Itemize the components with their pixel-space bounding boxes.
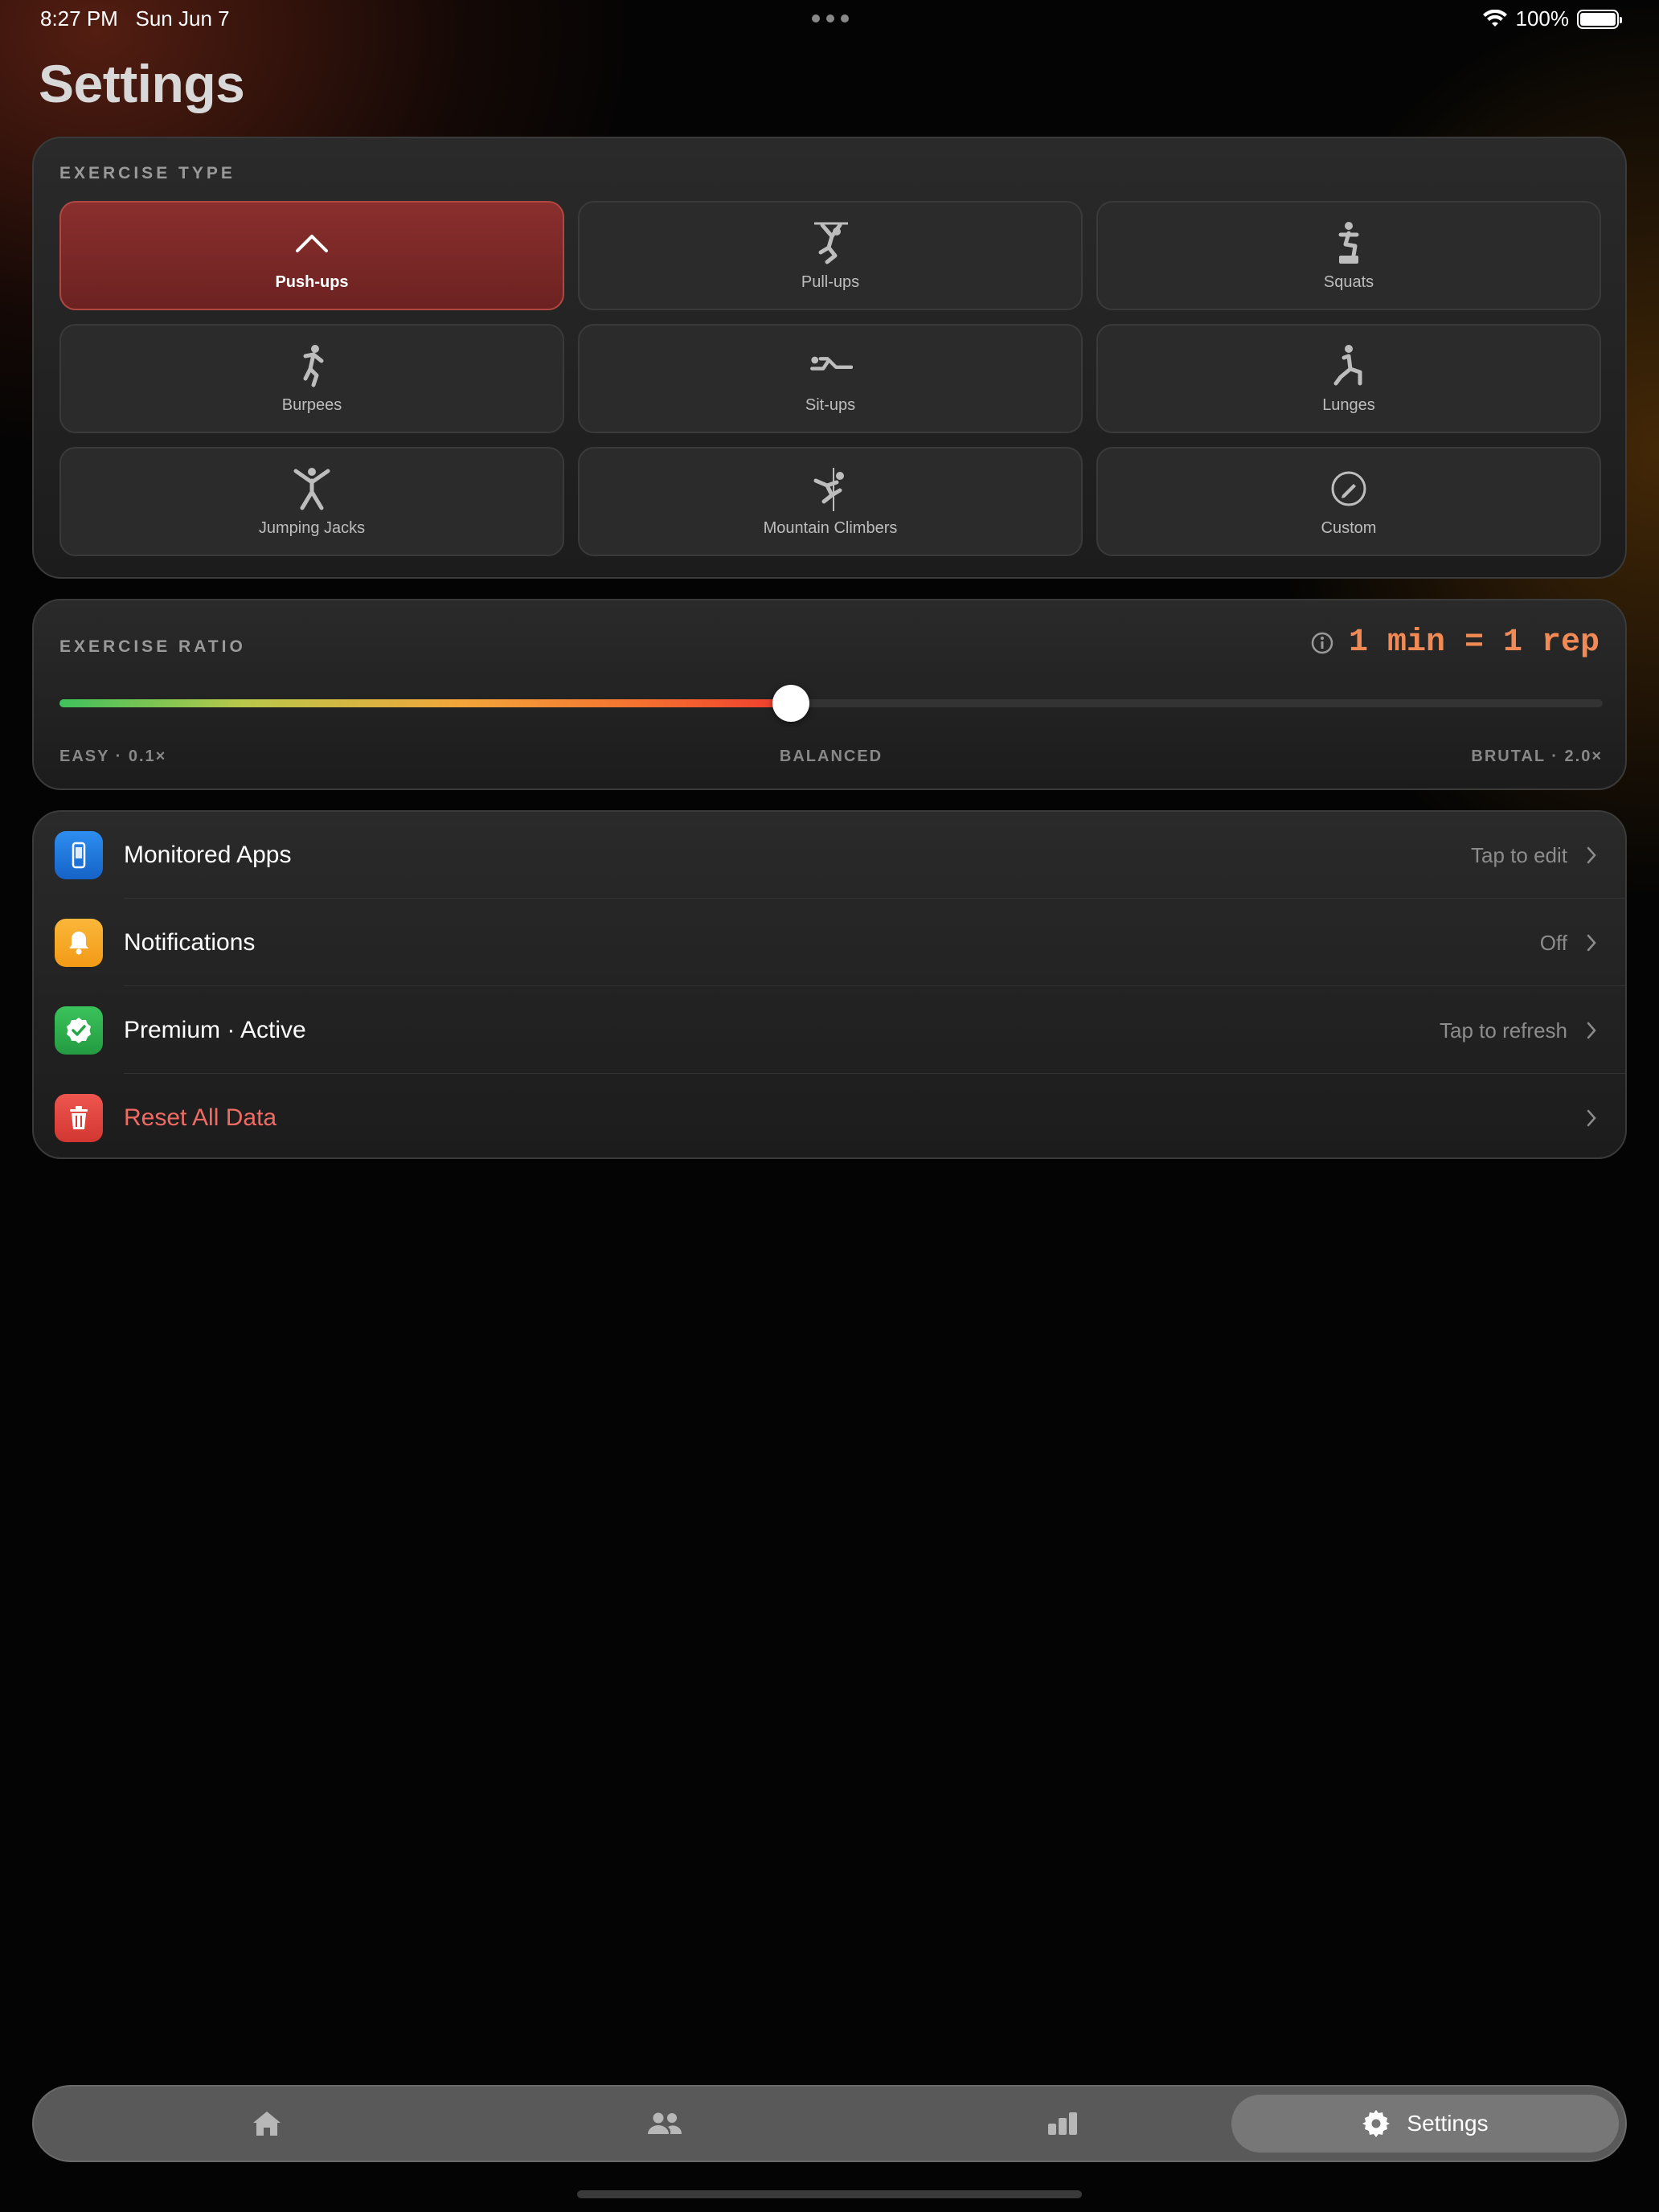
status-time-date: 8:27 PM Sun Jun 7 — [40, 6, 230, 31]
exercise-tile-mountain-climbers[interactable]: Mountain Climbers — [578, 447, 1083, 556]
exercise-tile-label: Mountain Climbers — [763, 518, 898, 537]
ratio-mid-label: BALANCED — [779, 748, 883, 765]
home-icon — [253, 2112, 281, 2136]
tab-stats[interactable] — [998, 2087, 1127, 2161]
exercise-tile-lunges[interactable]: Lunges — [1096, 324, 1601, 433]
ratio-scale-labels: EASY · 0.1× BALANCED BRUTAL · 2.0× — [59, 748, 1603, 772]
exercise-type-card: EXERCISE TYPE Push-ups Pull-ups Squats B… — [32, 137, 1627, 579]
page-title: Settings — [39, 54, 245, 113]
climber-figure-icon — [808, 466, 853, 511]
status-date: Sun Jun 7 — [135, 6, 230, 31]
ratio-max-label: BRUTAL · 2.0× — [1471, 748, 1603, 765]
status-right: 100% — [1482, 6, 1622, 31]
chevron-up-icon — [289, 220, 334, 265]
chevron-right-icon — [1587, 1022, 1596, 1039]
exercise-tile-push-ups[interactable]: Push-ups — [59, 201, 564, 310]
exercise-tile-label: Burpees — [281, 395, 342, 414]
situp-figure-icon — [808, 343, 853, 388]
gear-icon — [1362, 2110, 1391, 2137]
exercise-tile-jumping-jacks[interactable]: Jumping Jacks — [59, 447, 564, 556]
status-time: 8:27 PM — [40, 6, 118, 31]
exercise-tile-pull-ups[interactable]: Pull-ups — [578, 201, 1083, 310]
exercise-tile-label: Jumping Jacks — [258, 518, 366, 537]
tab-people[interactable] — [600, 2087, 729, 2161]
ratio-value: 1 min = 1 rep — [1310, 625, 1600, 661]
row-reset-all-data[interactable]: Reset All Data — [34, 1075, 1625, 1157]
squat-figure-icon — [1326, 220, 1371, 265]
verified-badge-icon — [55, 1006, 103, 1055]
exercise-tile-label: Custom — [1321, 518, 1377, 537]
tab-settings-label: Settings — [1407, 2111, 1489, 2136]
people-icon — [648, 2112, 682, 2134]
tab-settings[interactable]: Settings — [1231, 2095, 1619, 2153]
exercise-ratio-label: EXERCISE RATIO — [59, 637, 246, 656]
tab-home[interactable] — [203, 2087, 331, 2161]
ratio-value-text: 1 min = 1 rep — [1348, 625, 1600, 661]
pencil-circle-icon — [1326, 466, 1371, 511]
row-notifications[interactable]: Notifications Off — [34, 899, 1625, 986]
row-title: Reset All Data — [124, 1104, 277, 1131]
status-bar: 8:27 PM Sun Jun 7 100% — [0, 0, 1659, 39]
lunge-figure-icon — [1326, 343, 1371, 388]
row-title: Premium · Active — [124, 1017, 306, 1043]
exercise-tile-custom[interactable]: Custom — [1096, 447, 1601, 556]
battery-percent: 100% — [1515, 6, 1570, 31]
settings-list: Monitored Apps Tap to edit Notifications… — [32, 810, 1627, 1159]
row-value: Off — [1539, 930, 1567, 955]
exercise-tile-label: Squats — [1323, 272, 1374, 291]
exercise-tile-burpees[interactable]: Burpees — [59, 324, 564, 433]
battery-icon — [1577, 9, 1622, 29]
chevron-right-icon — [1587, 934, 1596, 952]
ratio-slider-fill — [59, 699, 792, 707]
tab-bar: Settings — [32, 2085, 1627, 2162]
row-premium[interactable]: Premium · Active Tap to refresh — [34, 987, 1625, 1074]
bar-chart-icon — [1048, 2112, 1077, 2135]
pullup-figure-icon — [808, 220, 853, 265]
chevron-right-icon — [1587, 1109, 1596, 1127]
row-value: Tap to edit — [1471, 842, 1567, 867]
wifi-icon — [1482, 9, 1507, 27]
exercise-type-label: EXERCISE TYPE — [59, 164, 236, 182]
bell-icon — [55, 919, 103, 967]
burpee-figure-icon — [289, 343, 334, 388]
jumping-jack-figure-icon — [289, 466, 334, 511]
row-value: Tap to refresh — [1440, 1018, 1567, 1043]
exercise-tile-label: Pull-ups — [801, 272, 860, 291]
row-title: Monitored Apps — [124, 842, 292, 868]
chevron-right-icon — [1587, 846, 1596, 864]
row-title: Notifications — [124, 929, 256, 956]
multitasking-dots[interactable] — [812, 14, 849, 23]
exercise-tile-label: Push-ups — [275, 272, 349, 291]
exercise-tile-label: Lunges — [1322, 395, 1375, 414]
row-monitored-apps[interactable]: Monitored Apps Tap to edit — [34, 812, 1625, 899]
exercise-ratio-card: EXERCISE RATIO 1 min = 1 rep EASY · 0.1×… — [32, 599, 1627, 790]
ratio-slider[interactable] — [59, 685, 1603, 722]
exercise-tile-squats[interactable]: Squats — [1096, 201, 1601, 310]
exercise-tile-sit-ups[interactable]: Sit-ups — [578, 324, 1083, 433]
exercise-tile-label: Sit-ups — [805, 395, 856, 414]
trash-icon — [55, 1094, 103, 1142]
exercise-grid: Push-ups Pull-ups Squats Burpees Sit-ups — [59, 201, 1601, 556]
ratio-slider-thumb[interactable] — [772, 685, 810, 722]
phone-icon — [55, 831, 103, 879]
info-icon[interactable] — [1310, 631, 1334, 655]
home-indicator[interactable] — [577, 2190, 1082, 2198]
ratio-min-label: EASY · 0.1× — [59, 748, 167, 765]
